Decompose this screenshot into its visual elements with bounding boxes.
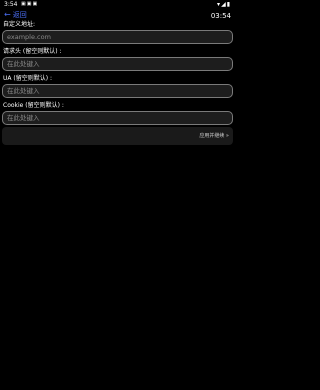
ua-input[interactable]: 在此处键入 — [2, 84, 233, 98]
cookie-label: Cookie (留空则默认) : — [3, 102, 64, 109]
url-input[interactable]: example.com — [2, 30, 233, 44]
status-time: 3:54 — [4, 1, 18, 8]
notification-icon: ▣ — [32, 1, 39, 7]
ua-label: UA (留空则默认) : — [3, 75, 53, 82]
header-clock: 03:54 — [210, 12, 231, 20]
headers-label: 请求头 (留空则默认) : — [3, 48, 62, 55]
apply-continue-button[interactable]: 应用并继续 » — [199, 132, 229, 140]
back-arrow-icon: ← — [4, 10, 11, 19]
action-row: 应用并继续 » — [2, 127, 233, 145]
url-label: 自定义地址: — [3, 21, 36, 28]
status-icons: ▾◢▮ — [217, 0, 231, 9]
cookie-input[interactable]: 在此处键入 — [2, 111, 233, 125]
battery-icon: ▮ — [226, 1, 231, 8]
settings-form: 自定义地址: example.com 请求头 (留空则默认) : 在此处键入 U… — [2, 21, 233, 125]
back-button[interactable]: ← 返回 — [4, 10, 27, 20]
header-bar: ← 返回 03:54 — [0, 9, 235, 21]
status-bar: 3:54 ▣▣▣ ▾◢▮ — [0, 0, 235, 9]
back-label: 返回 — [12, 11, 27, 19]
headers-input[interactable]: 在此处键入 — [2, 57, 233, 71]
notification-icons: ▣▣▣ — [21, 0, 38, 9]
